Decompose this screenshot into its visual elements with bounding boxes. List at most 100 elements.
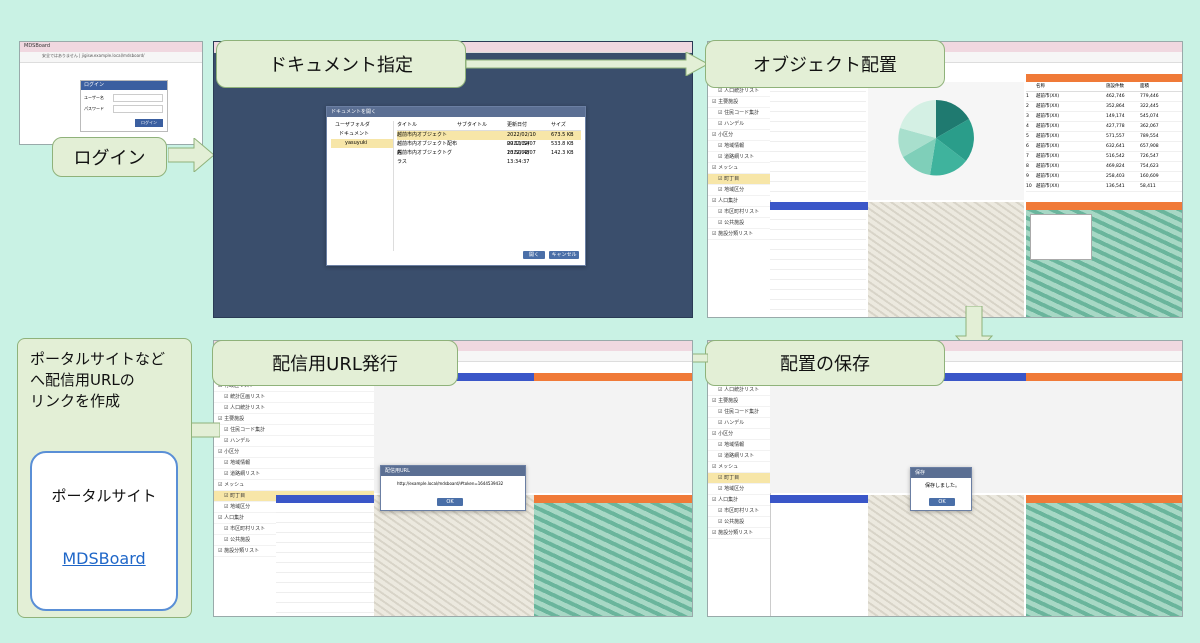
- tree-item[interactable]: ☑ メッシュ: [708, 462, 770, 473]
- doc-open-dialog: ドキュメントを開く ユーザフォルダ ドキュメント yasuyuki タイトル サ…: [326, 106, 586, 266]
- tree-item[interactable]: ☑ 道路網リスト: [708, 451, 770, 462]
- pass-field[interactable]: [113, 105, 163, 113]
- tree-item[interactable]: ☑ 地域情報: [214, 458, 374, 469]
- tree-item[interactable]: ☑ 施設分類リスト: [708, 528, 770, 539]
- street-map: [868, 202, 1024, 317]
- address-text[interactable]: 安全ではありません | jigisw.example.local/mdsboar…: [42, 53, 144, 59]
- open-button[interactable]: 開く: [523, 251, 545, 259]
- tree-item[interactable]: ☑ 道路網リスト: [708, 152, 770, 163]
- tree-item[interactable]: ☑ 公共施設: [708, 218, 770, 229]
- col-size: サイズ: [551, 122, 566, 128]
- doc-dialog-title: ドキュメントを開く: [327, 107, 585, 117]
- list-item[interactable]: 5 越前市(XX) 571,557 789,554: [1026, 132, 1182, 142]
- facility-list: 名称 施設件数 面積 1 越前市(XX) 462,746 779,446 2 越前市(XX…: [1026, 82, 1182, 200]
- tree-item[interactable]: ☑ 地域区分: [708, 484, 770, 495]
- tree-item[interactable]: ☑ 人口統計リスト: [214, 403, 374, 414]
- save-dialog-text: 保存しました。: [925, 483, 961, 489]
- url-ok-button[interactable]: OK: [437, 498, 463, 506]
- tree-item[interactable]: ☑ 道路網リスト: [214, 469, 374, 480]
- tree-item[interactable]: ☑ 人口集計: [708, 495, 770, 506]
- tree-item[interactable]: ☑ 人口統計リスト: [708, 385, 770, 396]
- col-subtitle: サブタイトル: [457, 122, 488, 128]
- tree-item[interactable]: ☑ ハンデル: [214, 436, 374, 447]
- cancel-button[interactable]: キャンセル: [549, 251, 579, 259]
- save-ok-button[interactable]: OK: [929, 498, 955, 506]
- list-item[interactable]: 7 越前市(XX) 516,542 726,547: [1026, 152, 1182, 162]
- list-col-area: 面積: [1140, 84, 1149, 89]
- layer-tree-save: ☑ 行政区リスト☑ 統計区画リスト☑ 人口統計リスト☑ 主要施設☑ 住民コード集…: [708, 363, 771, 616]
- col-date: 更新日付: [507, 122, 528, 128]
- step-save: 配置の保存: [705, 340, 945, 386]
- tree-item[interactable]: ☑ 住民コード集計: [708, 407, 770, 418]
- tree-item[interactable]: ☑ 主要施設: [708, 97, 770, 108]
- save-dialog-title: 保存: [911, 468, 971, 478]
- step-login: ログイン: [52, 137, 167, 177]
- arrow-login-to-document: [168, 138, 215, 172]
- doc-table: タイトル サブタイトル 更新日付 サイズ 越前市内オブジェクト 2022/02/1…: [397, 121, 581, 165]
- list-item[interactable]: 3 越前市(XX) 149,174 545,074: [1026, 112, 1182, 122]
- save-dialog: 保存 保存しました。 OK: [910, 467, 972, 511]
- tree-item[interactable]: ☑ 小区分: [708, 130, 770, 141]
- tree-item[interactable]: ☑ 公共施設: [708, 517, 770, 528]
- url-dialog: 配信用URL http://example.local/mdsboard/#to…: [380, 465, 526, 511]
- tree-item[interactable]: ☑ 市区町村リスト: [708, 207, 770, 218]
- tree-item[interactable]: ☑ 小区分: [214, 447, 374, 458]
- url-dialog-text[interactable]: http://example.local/mdsboard/#token=164…: [397, 481, 503, 486]
- table-row[interactable]: 越前市内オブジェクト 2022/02/10 09:11:54 673.5 KB: [397, 131, 581, 147]
- tree-root[interactable]: ユーザフォルダ: [331, 121, 393, 130]
- tree-item[interactable]: ☑ メッシュ: [708, 163, 770, 174]
- tree-item[interactable]: ☑ ハンデル: [708, 418, 770, 429]
- step-document: ドキュメント指定: [216, 40, 466, 88]
- map-legend: [1030, 214, 1092, 260]
- portal-box: ポータルサイトなど へ配信用URLの リンクを作成 ポータルサイト MDSBoa…: [17, 338, 192, 618]
- tree-item[interactable]: ☑ 施設分類リスト: [708, 229, 770, 240]
- list-item[interactable]: 6 越前市(XX) 632,641 657,908: [1026, 142, 1182, 152]
- tree-user[interactable]: yasuyuki: [331, 139, 393, 148]
- login-form-title: ログイン: [81, 81, 167, 90]
- street-map-save: [868, 495, 1024, 616]
- list-item[interactable]: 4 越前市(XX) 427,778 362,067: [1026, 122, 1182, 132]
- login-screenshot: MDSBoard 安全ではありません | jigisw.example.loca…: [19, 41, 203, 145]
- tree-item[interactable]: ☑ メッシュ: [214, 480, 374, 491]
- list-item[interactable]: 2 越前市(XX) 352,864 322,445: [1026, 102, 1182, 112]
- tree-item[interactable]: ☑ 小区分: [708, 429, 770, 440]
- tree-item[interactable]: ☑ 人口集計: [708, 196, 770, 207]
- tree-item[interactable]: ☑ 地域情報: [708, 141, 770, 152]
- table-row[interactable]: 越前市内オブジェクトグラス 2022/02/07 13:34:37 142.3 KB: [397, 149, 581, 165]
- login-button[interactable]: ログイン: [135, 119, 163, 127]
- tree-item[interactable]: ☑ 地域区分: [708, 185, 770, 196]
- stats-table: [770, 82, 866, 200]
- tree-item[interactable]: ☑ 町丁目: [708, 174, 770, 185]
- list-col-count: 施設件数: [1106, 84, 1124, 89]
- step-url: 配信用URL発行: [212, 340, 458, 386]
- mdsboard-link[interactable]: MDSBoard: [32, 549, 176, 568]
- tree-item[interactable]: ☑ 統計区画リスト: [214, 392, 374, 403]
- tree-item[interactable]: ☑ 主要施設: [708, 396, 770, 407]
- col-title: タイトル: [397, 122, 418, 128]
- choropleth-map-url: [534, 503, 692, 616]
- login-form: ログイン ユーザー名 パスワード ログイン: [80, 80, 168, 132]
- tree-item[interactable]: ☑ 地域情報: [708, 440, 770, 451]
- table-row[interactable]: 越前市内オブジェクト配布先 2022/02/07 13:50:48 533.8 KB: [397, 140, 581, 156]
- tree-item[interactable]: ☑ 住民コード集計: [708, 108, 770, 119]
- step-object: オブジェクト配置: [705, 40, 945, 88]
- panel-header-bottom-left: [770, 202, 870, 210]
- mesh-table: [770, 210, 866, 317]
- tree-item[interactable]: ☑ 住民コード集計: [214, 425, 374, 436]
- list-col-name: 名称: [1036, 84, 1045, 89]
- tree-item[interactable]: ☑ 町丁目: [708, 473, 770, 484]
- street-map-url: [374, 495, 534, 616]
- tree-item[interactable]: ☑ ハンデル: [708, 119, 770, 130]
- user-label: ユーザー名: [84, 95, 104, 100]
- arrow-document-to-object: [466, 52, 710, 76]
- tree-doc[interactable]: ドキュメント: [331, 130, 393, 139]
- user-field[interactable]: [113, 94, 163, 102]
- tree-item[interactable]: ☑ 市区町村リスト: [708, 506, 770, 517]
- list-item[interactable]: 10 越前市(XX) 136,541 58,411: [1026, 182, 1182, 192]
- list-item[interactable]: 9 越前市(XX) 258,403 160,609: [1026, 172, 1182, 182]
- doc-tree: ユーザフォルダ ドキュメント yasuyuki: [331, 121, 394, 251]
- list-item[interactable]: 8 越前市(XX) 469,824 754,623: [1026, 162, 1182, 172]
- browser-tab[interactable]: MDSBoard: [24, 43, 50, 49]
- tree-item[interactable]: ☑ 主要施設: [214, 414, 374, 425]
- list-item[interactable]: 1 越前市(XX) 462,746 779,446: [1026, 92, 1182, 102]
